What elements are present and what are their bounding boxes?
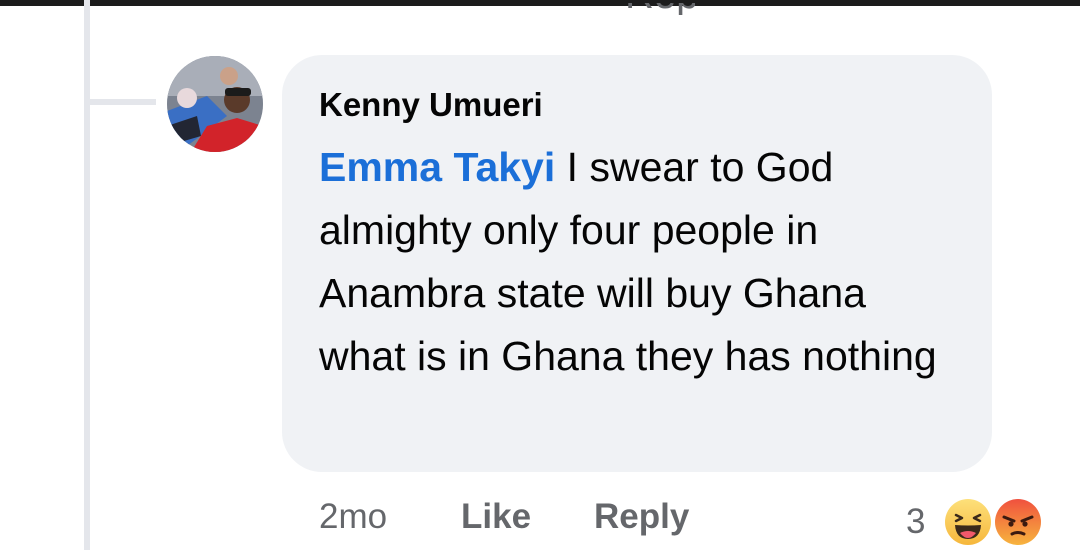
thread-connector	[84, 99, 156, 105]
comment-body: Emma Takyi I swear to God almighty only …	[319, 136, 959, 388]
previous-reply-link[interactable]: Reply	[625, 3, 695, 15]
avatar[interactable]	[167, 56, 263, 152]
top-divider-bar	[0, 0, 1080, 6]
comment-author[interactable]: Kenny Umueri	[319, 85, 956, 125]
haha-icon	[942, 496, 994, 548]
like-button[interactable]: Like	[461, 495, 531, 539]
comment-bubble: Kenny Umueri Emma Takyi I swear to God a…	[282, 55, 992, 472]
comment-timestamp[interactable]: 2mo	[319, 495, 387, 539]
reaction-count: 3	[906, 502, 926, 541]
thread-line	[84, 0, 90, 550]
angry-icon	[992, 496, 1044, 548]
mention-link[interactable]: Emma Takyi	[319, 144, 555, 190]
reply-button[interactable]: Reply	[594, 495, 689, 539]
avatar-photo	[167, 56, 263, 152]
reaction-summary[interactable]: 3	[906, 494, 1046, 548]
previous-reply-label: Reply	[625, 3, 695, 15]
